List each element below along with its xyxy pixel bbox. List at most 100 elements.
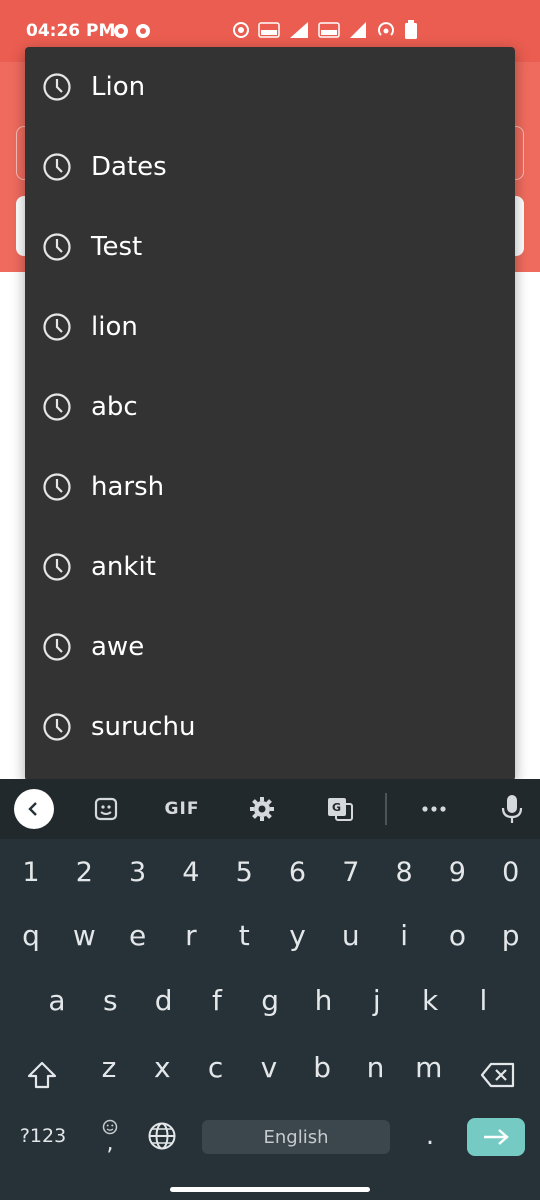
suggestion-item[interactable]: suruchu bbox=[25, 687, 515, 767]
suggestion-item[interactable]: harsh bbox=[25, 447, 515, 527]
key-a[interactable]: a bbox=[37, 978, 77, 1022]
key-n[interactable]: n bbox=[356, 1045, 396, 1089]
svg-text:G: G bbox=[332, 801, 341, 814]
suggestion-label: ankit bbox=[91, 552, 156, 582]
key-m[interactable]: m bbox=[409, 1045, 449, 1089]
notification-icons bbox=[114, 24, 150, 38]
globe-icon bbox=[148, 1122, 176, 1150]
key-y[interactable]: y bbox=[278, 913, 318, 957]
clock-icon bbox=[43, 473, 71, 501]
suggestion-label: abc bbox=[91, 392, 138, 422]
suggestion-item[interactable]: lion bbox=[25, 287, 515, 367]
more-options-button[interactable] bbox=[414, 779, 454, 839]
search-suggestions-dropdown: Lion Dates Test lion abc harsh ankit awe… bbox=[25, 47, 515, 781]
key-7[interactable]: 7 bbox=[331, 850, 371, 894]
suggestion-item[interactable]: abc bbox=[25, 367, 515, 447]
voice-input-button[interactable] bbox=[492, 779, 532, 839]
key-w[interactable]: w bbox=[64, 913, 104, 957]
key-k[interactable]: k bbox=[410, 978, 450, 1022]
key-s[interactable]: s bbox=[90, 978, 130, 1022]
backspace-icon bbox=[480, 1062, 515, 1088]
translate-icon: G bbox=[328, 798, 353, 821]
volte-badge-icon bbox=[258, 22, 280, 38]
shift-key[interactable] bbox=[14, 1056, 70, 1094]
suggestion-item[interactable]: Lion bbox=[25, 47, 515, 127]
suggestion-item[interactable]: ankit bbox=[25, 527, 515, 607]
battery-icon bbox=[405, 20, 417, 39]
clock-icon bbox=[43, 713, 71, 741]
key-p[interactable]: p bbox=[491, 913, 531, 957]
clock-icon bbox=[43, 633, 71, 661]
gif-button[interactable]: GIF bbox=[156, 779, 208, 839]
key-r[interactable]: r bbox=[171, 913, 211, 957]
suggestion-label: Test bbox=[91, 232, 143, 262]
key-h[interactable]: h bbox=[304, 978, 344, 1022]
space-key[interactable]: English bbox=[202, 1120, 390, 1154]
comma-label: , bbox=[106, 1131, 114, 1156]
clock-icon bbox=[43, 393, 71, 421]
key-o[interactable]: o bbox=[437, 913, 477, 957]
microphone-icon bbox=[501, 795, 523, 823]
period-key[interactable]: . bbox=[412, 1116, 448, 1156]
key-i[interactable]: i bbox=[384, 913, 424, 957]
key-3[interactable]: 3 bbox=[118, 850, 158, 894]
key-9[interactable]: 9 bbox=[437, 850, 477, 894]
key-8[interactable]: 8 bbox=[384, 850, 424, 894]
signal-icon-2 bbox=[350, 22, 366, 38]
key-6[interactable]: 6 bbox=[278, 850, 318, 894]
settings-button[interactable] bbox=[242, 779, 282, 839]
suggestion-label: Dates bbox=[91, 152, 167, 182]
language-key[interactable] bbox=[142, 1116, 182, 1156]
status-time: 04:26 PM bbox=[26, 21, 116, 41]
translate-button[interactable]: G bbox=[320, 779, 360, 839]
whatsapp-icon bbox=[136, 24, 150, 38]
suggestion-item[interactable]: awe bbox=[25, 607, 515, 687]
key-b[interactable]: b bbox=[302, 1045, 342, 1089]
key-2[interactable]: 2 bbox=[64, 850, 104, 894]
suggestion-label: suruchu bbox=[91, 712, 196, 742]
key-x[interactable]: x bbox=[142, 1045, 182, 1089]
app-notification-icon bbox=[114, 24, 128, 38]
clock-icon bbox=[43, 153, 71, 181]
key-q[interactable]: q bbox=[11, 913, 51, 957]
suggestion-label: Lion bbox=[91, 72, 146, 102]
sticker-icon bbox=[94, 797, 118, 821]
suggestion-label: awe bbox=[91, 632, 145, 662]
key-z[interactable]: z bbox=[89, 1045, 129, 1089]
arrow-right-icon bbox=[484, 1129, 509, 1145]
collapse-toolbar-button[interactable] bbox=[14, 779, 54, 839]
clock-icon bbox=[43, 73, 71, 101]
key-f[interactable]: f bbox=[197, 978, 237, 1022]
keyboard-toolbar: GIF G bbox=[0, 779, 540, 839]
suggestion-item[interactable]: Dates bbox=[25, 127, 515, 207]
key-0[interactable]: 0 bbox=[491, 850, 531, 894]
key-v[interactable]: v bbox=[249, 1045, 289, 1089]
key-1[interactable]: 1 bbox=[11, 850, 51, 894]
key-c[interactable]: c bbox=[196, 1045, 236, 1089]
key-4[interactable]: 4 bbox=[171, 850, 211, 894]
key-d[interactable]: d bbox=[144, 978, 184, 1022]
suggestion-item[interactable]: Test bbox=[25, 207, 515, 287]
suggestion-label: harsh bbox=[91, 472, 165, 502]
backspace-key[interactable] bbox=[470, 1056, 526, 1094]
sticker-button[interactable] bbox=[86, 779, 126, 839]
key-l[interactable]: l bbox=[463, 978, 503, 1022]
toolbar-divider bbox=[385, 793, 387, 825]
shift-icon bbox=[27, 1061, 57, 1089]
clock-icon bbox=[43, 313, 71, 341]
key-t[interactable]: t bbox=[224, 913, 264, 957]
key-g[interactable]: g bbox=[250, 978, 290, 1022]
status-right-icons bbox=[232, 20, 418, 40]
enter-key[interactable] bbox=[467, 1118, 525, 1156]
key-j[interactable]: j bbox=[357, 978, 397, 1022]
comma-key[interactable]: , bbox=[90, 1111, 130, 1161]
gear-icon bbox=[250, 797, 274, 821]
key-u[interactable]: u bbox=[331, 913, 371, 957]
key-e[interactable]: e bbox=[118, 913, 158, 957]
symbols-key[interactable]: ?123 bbox=[10, 1117, 76, 1155]
hotspot-icon bbox=[378, 22, 394, 36]
gif-label: GIF bbox=[164, 799, 200, 819]
key-5[interactable]: 5 bbox=[224, 850, 264, 894]
gesture-navigation-bar[interactable] bbox=[170, 1187, 370, 1192]
clock-icon bbox=[43, 553, 71, 581]
